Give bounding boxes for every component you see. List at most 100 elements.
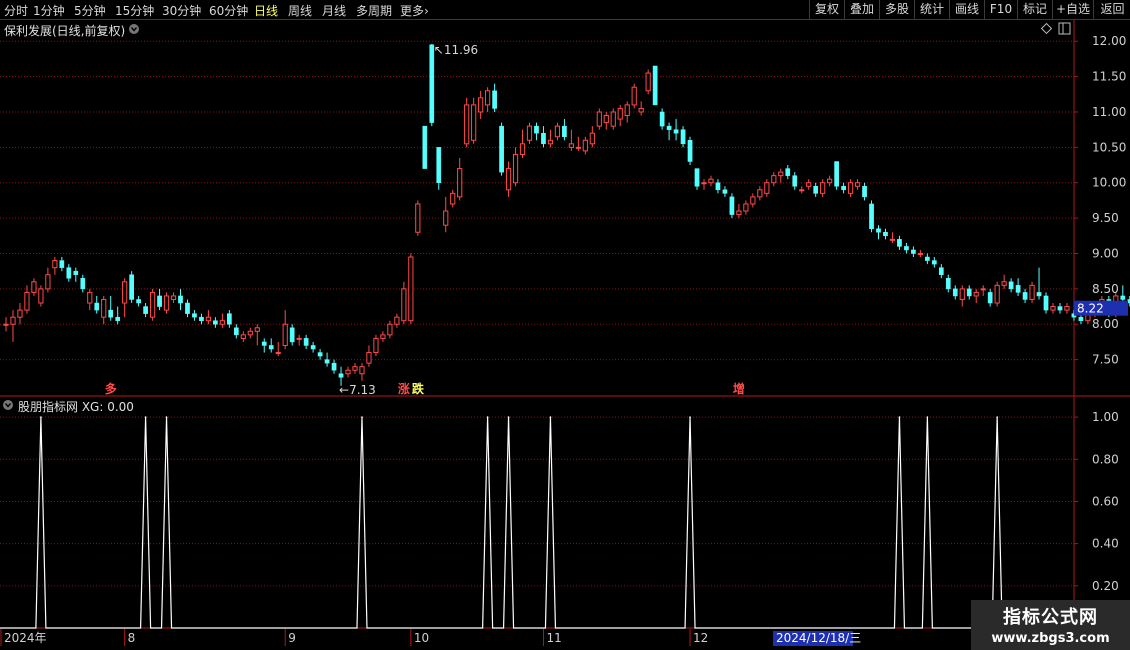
tab-weekly[interactable]: 周线: [288, 2, 312, 19]
candlestick: [101, 295, 107, 325]
tab-60min[interactable]: 60分钟: [209, 2, 248, 19]
candlestick: [450, 189, 456, 208]
candle-body: [443, 210, 449, 226]
candle-body: [254, 327, 260, 332]
statistics-button[interactable]: 统计: [914, 0, 949, 19]
candle-body: [317, 352, 323, 357]
candle-body: [492, 90, 497, 109]
candle-body: [534, 125, 539, 134]
title-dropdown-icon[interactable]: [129, 24, 139, 34]
tab-daily[interactable]: 日线: [254, 2, 278, 19]
back-button[interactable]: 返回: [1093, 0, 1130, 19]
candle-body: [149, 291, 156, 318]
candlestick: [136, 295, 141, 307]
tab-5min[interactable]: 5分钟: [74, 2, 106, 19]
candlestick: [492, 83, 497, 112]
tab-fenshi[interactable]: 分时: [4, 2, 28, 19]
fuquan-button[interactable]: 复权: [809, 0, 844, 19]
draw-line-button[interactable]: 画线: [949, 0, 984, 19]
diamond-icon[interactable]: [1040, 22, 1053, 35]
candle-body: [1008, 281, 1014, 290]
tab-30min[interactable]: 30分钟: [162, 2, 201, 19]
candle-body: [862, 186, 867, 198]
candlestick: [945, 274, 951, 293]
f10-button[interactable]: F10: [984, 0, 1017, 19]
candlestick: [771, 172, 777, 187]
candle-body: [638, 107, 644, 113]
candle-body: [1120, 295, 1126, 300]
candlestick: [464, 97, 470, 148]
date-tick-label: 11: [546, 631, 561, 645]
candle-body: [959, 288, 965, 300]
signal-marker-zeng: 增: [733, 381, 745, 396]
candle-body: [296, 337, 302, 340]
price-tick-label: 10.50: [1092, 140, 1126, 154]
candlestick: [268, 338, 274, 353]
candle-body: [233, 327, 239, 336]
candle-body: [645, 72, 651, 92]
tab-1min[interactable]: 1分钟: [33, 2, 65, 19]
candlestick: [170, 292, 177, 304]
candlestick: [87, 288, 93, 311]
tab-monthly[interactable]: 月线: [322, 2, 346, 19]
candlestick: [722, 186, 728, 197]
candlestick: [631, 83, 637, 109]
candle-body: [331, 362, 337, 371]
candle-body: [911, 249, 916, 254]
candle-body: [889, 238, 896, 241]
candlestick: [966, 285, 972, 300]
tab-more[interactable]: 更多›: [400, 2, 429, 19]
price-tick-label: 11.00: [1092, 105, 1126, 119]
date-tick-label: 12: [693, 631, 708, 645]
candlestick: [422, 125, 428, 169]
mark-button[interactable]: 标记: [1017, 0, 1052, 19]
candlestick: [554, 122, 561, 141]
candle-body: [471, 104, 477, 141]
candle-body: [192, 313, 197, 318]
candlestick: [233, 324, 239, 339]
candlestick: [715, 179, 721, 194]
candle-body: [345, 369, 351, 375]
candlestick: [610, 108, 616, 130]
candlestick: [3, 317, 9, 332]
candle-body: [869, 203, 874, 229]
candle-body: [729, 196, 735, 215]
candlestick: [485, 87, 491, 112]
panel-toggle-icon[interactable]: [1058, 22, 1071, 35]
candlestick: [1057, 303, 1063, 314]
candle-body: [3, 323, 9, 326]
candle-body: [764, 182, 770, 194]
candlestick: [199, 313, 204, 325]
candle-body: [87, 291, 93, 304]
candle-body: [610, 111, 616, 127]
candlestick: [980, 285, 986, 296]
candle-body: [1057, 306, 1063, 311]
candlestick: [213, 317, 218, 328]
candlestick: [959, 285, 965, 307]
overlay-button[interactable]: 叠加: [844, 0, 879, 19]
add-watchlist-button[interactable]: +自选: [1052, 0, 1093, 19]
xg-signal-peak: [486, 416, 489, 418]
candle-body: [987, 292, 993, 304]
candle-body: [163, 295, 170, 311]
indicator-title: 股朋指标网 XG: 0.00: [18, 400, 134, 414]
candlestick: [847, 179, 854, 197]
chevron-right-icon: ›: [424, 4, 429, 18]
candlestick: [562, 119, 567, 141]
candle-body: [1015, 285, 1021, 293]
tab-15min[interactable]: 15分钟: [115, 2, 154, 19]
chart-canvas[interactable]: 12.00 11.50 11.00 10.50 10.00 9.50 9.00 8.50 8.0…: [0, 20, 1130, 650]
multi-stock-button[interactable]: 多股: [879, 0, 914, 19]
collapse-indicator-icon[interactable]: [3, 400, 13, 410]
candle-body: [52, 260, 58, 269]
candle-body: [485, 90, 491, 106]
tab-multi-period[interactable]: 多周期: [356, 2, 392, 19]
candlestick: [401, 281, 407, 325]
candle-body: [303, 338, 309, 346]
candle-body: [387, 323, 393, 336]
tab-more-label: 更多: [400, 4, 425, 18]
xg-signal-peak: [40, 416, 42, 418]
candle-body: [708, 178, 714, 184]
signal-marker-zhang: 涨: [398, 381, 410, 396]
candle-body: [562, 125, 567, 137]
